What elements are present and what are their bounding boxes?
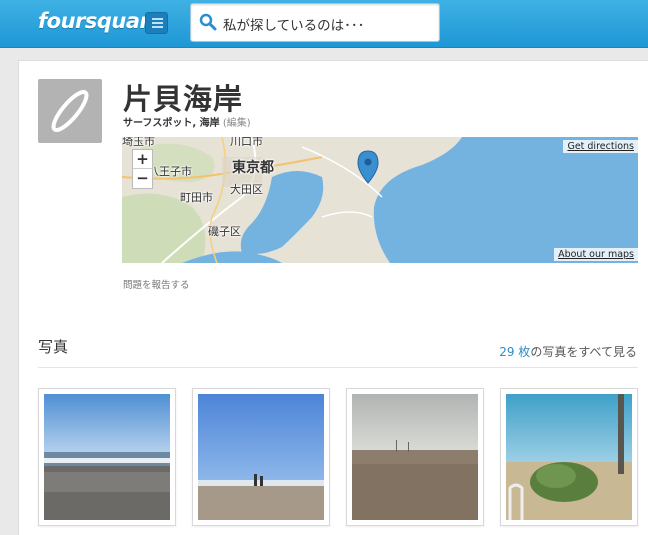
map-label-ota: 大田区 <box>230 183 263 196</box>
venue-map[interactable]: 川口市 埼玉市 東京都 八王子市 大田区 町田市 磯子区 Get directi… <box>122 137 638 263</box>
search-input[interactable]: 私が探しているのは･･･ <box>190 3 440 42</box>
photo-thumbnail-4[interactable] <box>500 388 638 526</box>
photo-thumbnail-2[interactable] <box>192 388 330 526</box>
photos-heading: 写真 <box>38 338 69 356</box>
beach-photo-4 <box>506 394 632 520</box>
beach-photo-1 <box>44 394 170 520</box>
surf-spot-icon <box>38 79 102 143</box>
report-problem-link[interactable]: 問題を報告する <box>123 277 190 291</box>
search-placeholder: 私が探しているのは･･･ <box>223 18 365 34</box>
zoom-out-button[interactable]: − <box>133 169 152 188</box>
photo-count[interactable]: 29 枚 <box>499 345 530 359</box>
edit-categories-link[interactable]: (編集) <box>223 118 251 129</box>
zoom-in-button[interactable]: + <box>133 150 152 169</box>
see-all-label[interactable]: の写真をすべて見る <box>530 345 637 359</box>
get-directions-link[interactable]: Get directions <box>563 140 638 153</box>
map-zoom-control: + − <box>132 149 153 189</box>
photo-thumbnail-3[interactable] <box>346 388 484 526</box>
map-label-top-left: 埼玉市 <box>122 137 155 148</box>
menu-icon[interactable] <box>145 12 168 34</box>
map-label-tokyo: 東京都 <box>232 160 274 176</box>
see-all-photos-link[interactable]: 29 枚の写真をすべて見る <box>499 343 637 360</box>
map-label-kawaguchi: 川口市 <box>230 137 263 148</box>
category-list[interactable]: サーフスポット, 海岸 <box>123 118 220 129</box>
venue-categories: サーフスポット, 海岸 (編集) <box>123 114 251 129</box>
about-maps-link[interactable]: About our maps <box>554 248 638 261</box>
beach-photo-2 <box>198 394 324 520</box>
photo-thumbnail-1[interactable] <box>38 388 176 526</box>
map-label-isogo: 磯子区 <box>208 225 241 238</box>
section-divider <box>38 367 638 368</box>
top-bar: foursquare 私が探しているのは･･･ <box>0 0 648 48</box>
venue-title: 片貝海岸 <box>123 82 244 116</box>
map-label-machida: 町田市 <box>180 191 213 204</box>
search-icon <box>199 13 217 31</box>
beach-photo-3 <box>352 394 478 520</box>
map-label-hachioji: 八王子市 <box>148 165 192 178</box>
